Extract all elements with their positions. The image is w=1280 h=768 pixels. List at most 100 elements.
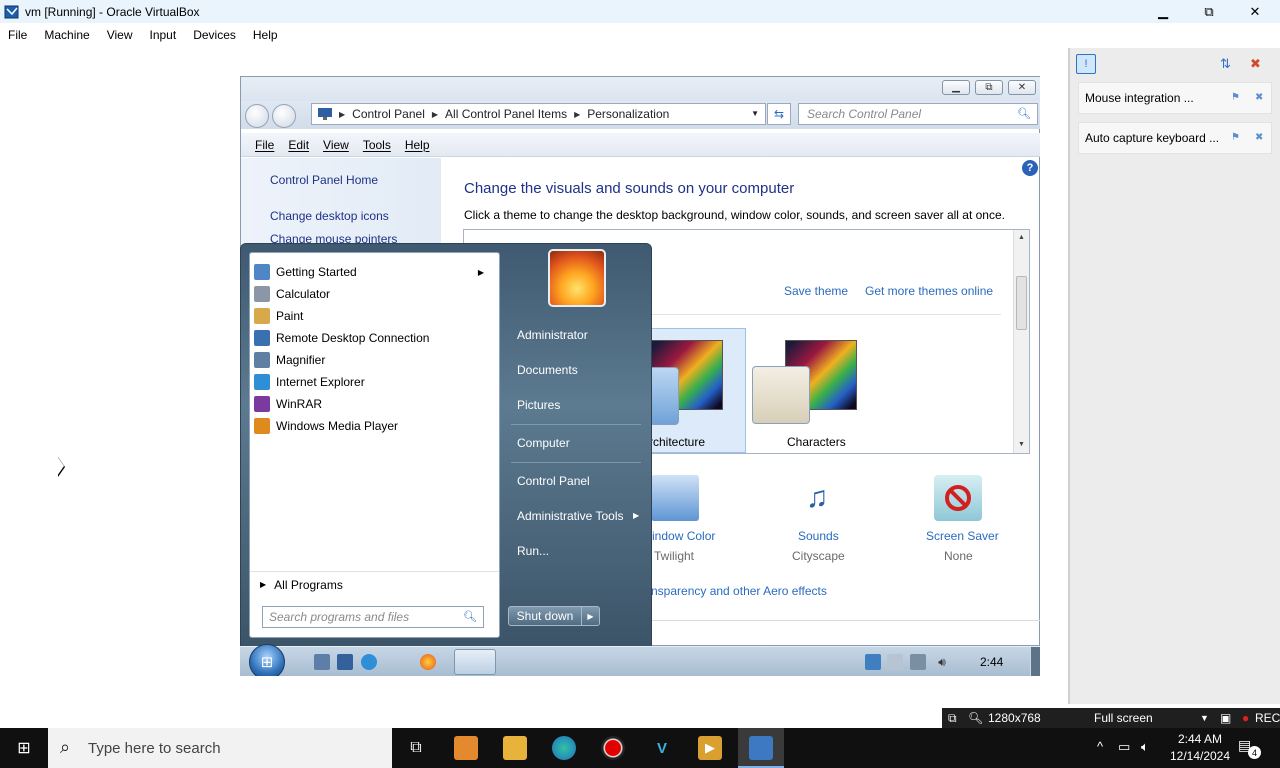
start-item-admin-tools[interactable]: Administrative Tools bbox=[517, 509, 624, 523]
minimize-button[interactable]: ▁ bbox=[1140, 0, 1186, 23]
search-icon[interactable]: 🔍︎ bbox=[1017, 107, 1031, 120]
scale-icon[interactable]: ⧉ bbox=[948, 711, 957, 726]
media-app-icon[interactable]: ▶ bbox=[698, 736, 722, 760]
network-icon[interactable]: ▭ bbox=[1118, 739, 1130, 755]
menu-devices[interactable]: Devices bbox=[185, 28, 245, 42]
sounds-icon[interactable]: ♫ bbox=[793, 475, 841, 521]
sort-icon[interactable]: ⇅ bbox=[1220, 56, 1238, 74]
menu-view[interactable]: View bbox=[99, 28, 142, 42]
camera-icon[interactable]: ▣ bbox=[1220, 711, 1231, 725]
chevron-up-icon[interactable]: ^ bbox=[1097, 739, 1103, 754]
server-manager-icon[interactable] bbox=[337, 654, 353, 670]
network-connection-icon[interactable] bbox=[910, 654, 926, 670]
notification-center-icon[interactable]: ! bbox=[1076, 54, 1096, 74]
network-tray-icon[interactable] bbox=[865, 654, 881, 670]
chevron-down-icon[interactable]: ▼ bbox=[1200, 713, 1209, 723]
save-theme-link[interactable]: Save theme bbox=[784, 284, 848, 298]
cp-menu-view[interactable]: View bbox=[323, 138, 349, 152]
cp-minimize-button[interactable]: ▁ bbox=[942, 80, 970, 95]
record-app-icon[interactable] bbox=[601, 736, 625, 760]
cp-close-button[interactable]: ✕ bbox=[1008, 80, 1036, 95]
magnifier-icon[interactable]: 🔍︎ bbox=[968, 711, 983, 725]
forward-button[interactable] bbox=[272, 104, 296, 128]
aero-effects-link[interactable]: nsparency and other Aero effects bbox=[651, 584, 827, 598]
scroll-up-icon[interactable]: ▲ bbox=[1018, 234, 1025, 241]
shutdown-options-button[interactable]: ▶ bbox=[582, 606, 600, 626]
start-item-control-panel[interactable]: Control Panel bbox=[517, 474, 590, 488]
themes-scrollbar[interactable]: ▲ ▼ bbox=[1013, 230, 1029, 453]
volume-muted-icon[interactable]: 🔈︎ bbox=[1141, 739, 1149, 755]
sounds-link[interactable]: Sounds bbox=[798, 529, 839, 543]
edge-icon[interactable] bbox=[552, 736, 576, 760]
help-icon[interactable]: ? bbox=[1022, 160, 1038, 176]
address-box[interactable]: ▶ Control Panel ▶ All Control Panel Item… bbox=[311, 103, 766, 125]
pin-icon[interactable]: ⚑ bbox=[1231, 132, 1240, 143]
menu-file[interactable]: File bbox=[0, 28, 36, 42]
firefox-icon[interactable] bbox=[420, 654, 436, 670]
all-programs-item[interactable]: ▶ All Programs bbox=[250, 571, 499, 597]
link-control-panel-home[interactable]: Control Panel Home bbox=[270, 173, 378, 187]
search-icon[interactable]: 🔍︎ bbox=[463, 610, 477, 623]
app-v-icon[interactable]: V bbox=[650, 736, 674, 760]
start-program-item[interactable]: WinRAR bbox=[254, 393, 494, 415]
cp-menu-help[interactable]: Help bbox=[405, 138, 430, 152]
shutdown-button[interactable]: Shut down bbox=[508, 606, 582, 626]
start-item-pictures[interactable]: Pictures bbox=[517, 398, 560, 412]
start-search-input[interactable]: Search programs and files 🔍︎ bbox=[262, 606, 484, 628]
cp-menu-tools[interactable]: Tools bbox=[363, 138, 391, 152]
breadcrumb-personalization[interactable]: Personalization bbox=[587, 107, 669, 121]
screen-saver-icon[interactable] bbox=[934, 475, 982, 521]
user-avatar[interactable] bbox=[548, 249, 606, 307]
start-program-item[interactable]: Getting Started ▶ bbox=[254, 261, 494, 283]
dismiss-icon[interactable]: ✖ bbox=[1255, 132, 1263, 143]
control-panel-search-input[interactable]: Search Control Panel 🔍︎ bbox=[798, 103, 1038, 125]
cp-menu-file[interactable]: File bbox=[255, 138, 274, 152]
scroll-down-icon[interactable]: ▼ bbox=[1018, 441, 1025, 448]
link-change-desktop-icons[interactable]: Change desktop icons bbox=[270, 209, 389, 223]
guest-clock[interactable]: 2:44 bbox=[980, 655, 1003, 669]
window-color-link[interactable]: indow Color bbox=[652, 529, 715, 543]
windows-start-button[interactable]: ⊞ bbox=[0, 728, 48, 768]
close-button[interactable]: ✕ bbox=[1232, 0, 1278, 23]
more-themes-link[interactable]: Get more themes online bbox=[865, 284, 993, 298]
start-program-item[interactable]: Calculator bbox=[254, 283, 494, 305]
display-mode-select[interactable]: Full screen bbox=[1094, 711, 1153, 725]
guest-screen[interactable]: ▁ ⧉ ✕ ▶ Control Panel ▶ All Control Pane… bbox=[240, 76, 1040, 676]
task-view-icon[interactable]: ⧉ bbox=[404, 736, 428, 760]
device-tray-icon[interactable] bbox=[887, 654, 903, 670]
cp-menu-edit[interactable]: Edit bbox=[288, 138, 309, 152]
internet-explorer-icon[interactable] bbox=[361, 654, 377, 670]
breadcrumb-all-items[interactable]: All Control Panel Items bbox=[445, 107, 567, 121]
scroll-thumb[interactable] bbox=[1016, 276, 1027, 330]
back-button[interactable] bbox=[245, 104, 269, 128]
show-desktop-button[interactable] bbox=[1030, 647, 1040, 676]
start-program-item[interactable]: Paint bbox=[254, 305, 494, 327]
breadcrumb-control-panel[interactable]: Control Panel bbox=[352, 107, 425, 121]
show-desktop-quick-icon[interactable] bbox=[314, 654, 330, 670]
recording-label[interactable]: REC bbox=[1255, 711, 1280, 725]
action-center-icon[interactable]: ▤ 4 bbox=[1238, 737, 1261, 759]
start-orb-button[interactable]: ⊞ bbox=[249, 644, 285, 676]
start-item-administrator[interactable]: Administrator bbox=[517, 328, 588, 342]
chevron-down-icon[interactable]: ▼ bbox=[751, 109, 759, 118]
host-search-input[interactable]: ⌕ Type here to search bbox=[48, 728, 392, 768]
taskbar-control-panel-button[interactable] bbox=[454, 649, 496, 675]
notification-mouse-integration[interactable]: Mouse integration ... ⚑ ✖ bbox=[1078, 82, 1272, 114]
start-program-item[interactable]: Magnifier bbox=[254, 349, 494, 371]
menu-machine[interactable]: Machine bbox=[36, 28, 98, 42]
window-color-icon[interactable] bbox=[651, 475, 699, 521]
app-orange-icon[interactable] bbox=[454, 736, 478, 760]
screen-saver-link[interactable]: Screen Saver bbox=[926, 529, 999, 543]
start-program-item[interactable]: Internet Explorer bbox=[254, 371, 494, 393]
start-item-run[interactable]: Run... bbox=[517, 544, 549, 558]
pin-icon[interactable]: ⚑ bbox=[1231, 92, 1240, 103]
volume-icon[interactable]: 🔊︎ bbox=[934, 654, 950, 670]
menu-input[interactable]: Input bbox=[142, 28, 186, 42]
dismiss-icon[interactable]: ✖ bbox=[1255, 92, 1263, 103]
host-clock[interactable]: 2:44 AM 12/14/2024 bbox=[1160, 731, 1240, 765]
notification-auto-capture-keyboard[interactable]: Auto capture keyboard ... ⚑ ✖ bbox=[1078, 122, 1272, 154]
menu-help[interactable]: Help bbox=[245, 28, 287, 42]
file-explorer-icon[interactable] bbox=[503, 736, 527, 760]
start-program-item[interactable]: Windows Media Player bbox=[254, 415, 494, 437]
refresh-button[interactable]: ⇆ bbox=[767, 103, 791, 125]
